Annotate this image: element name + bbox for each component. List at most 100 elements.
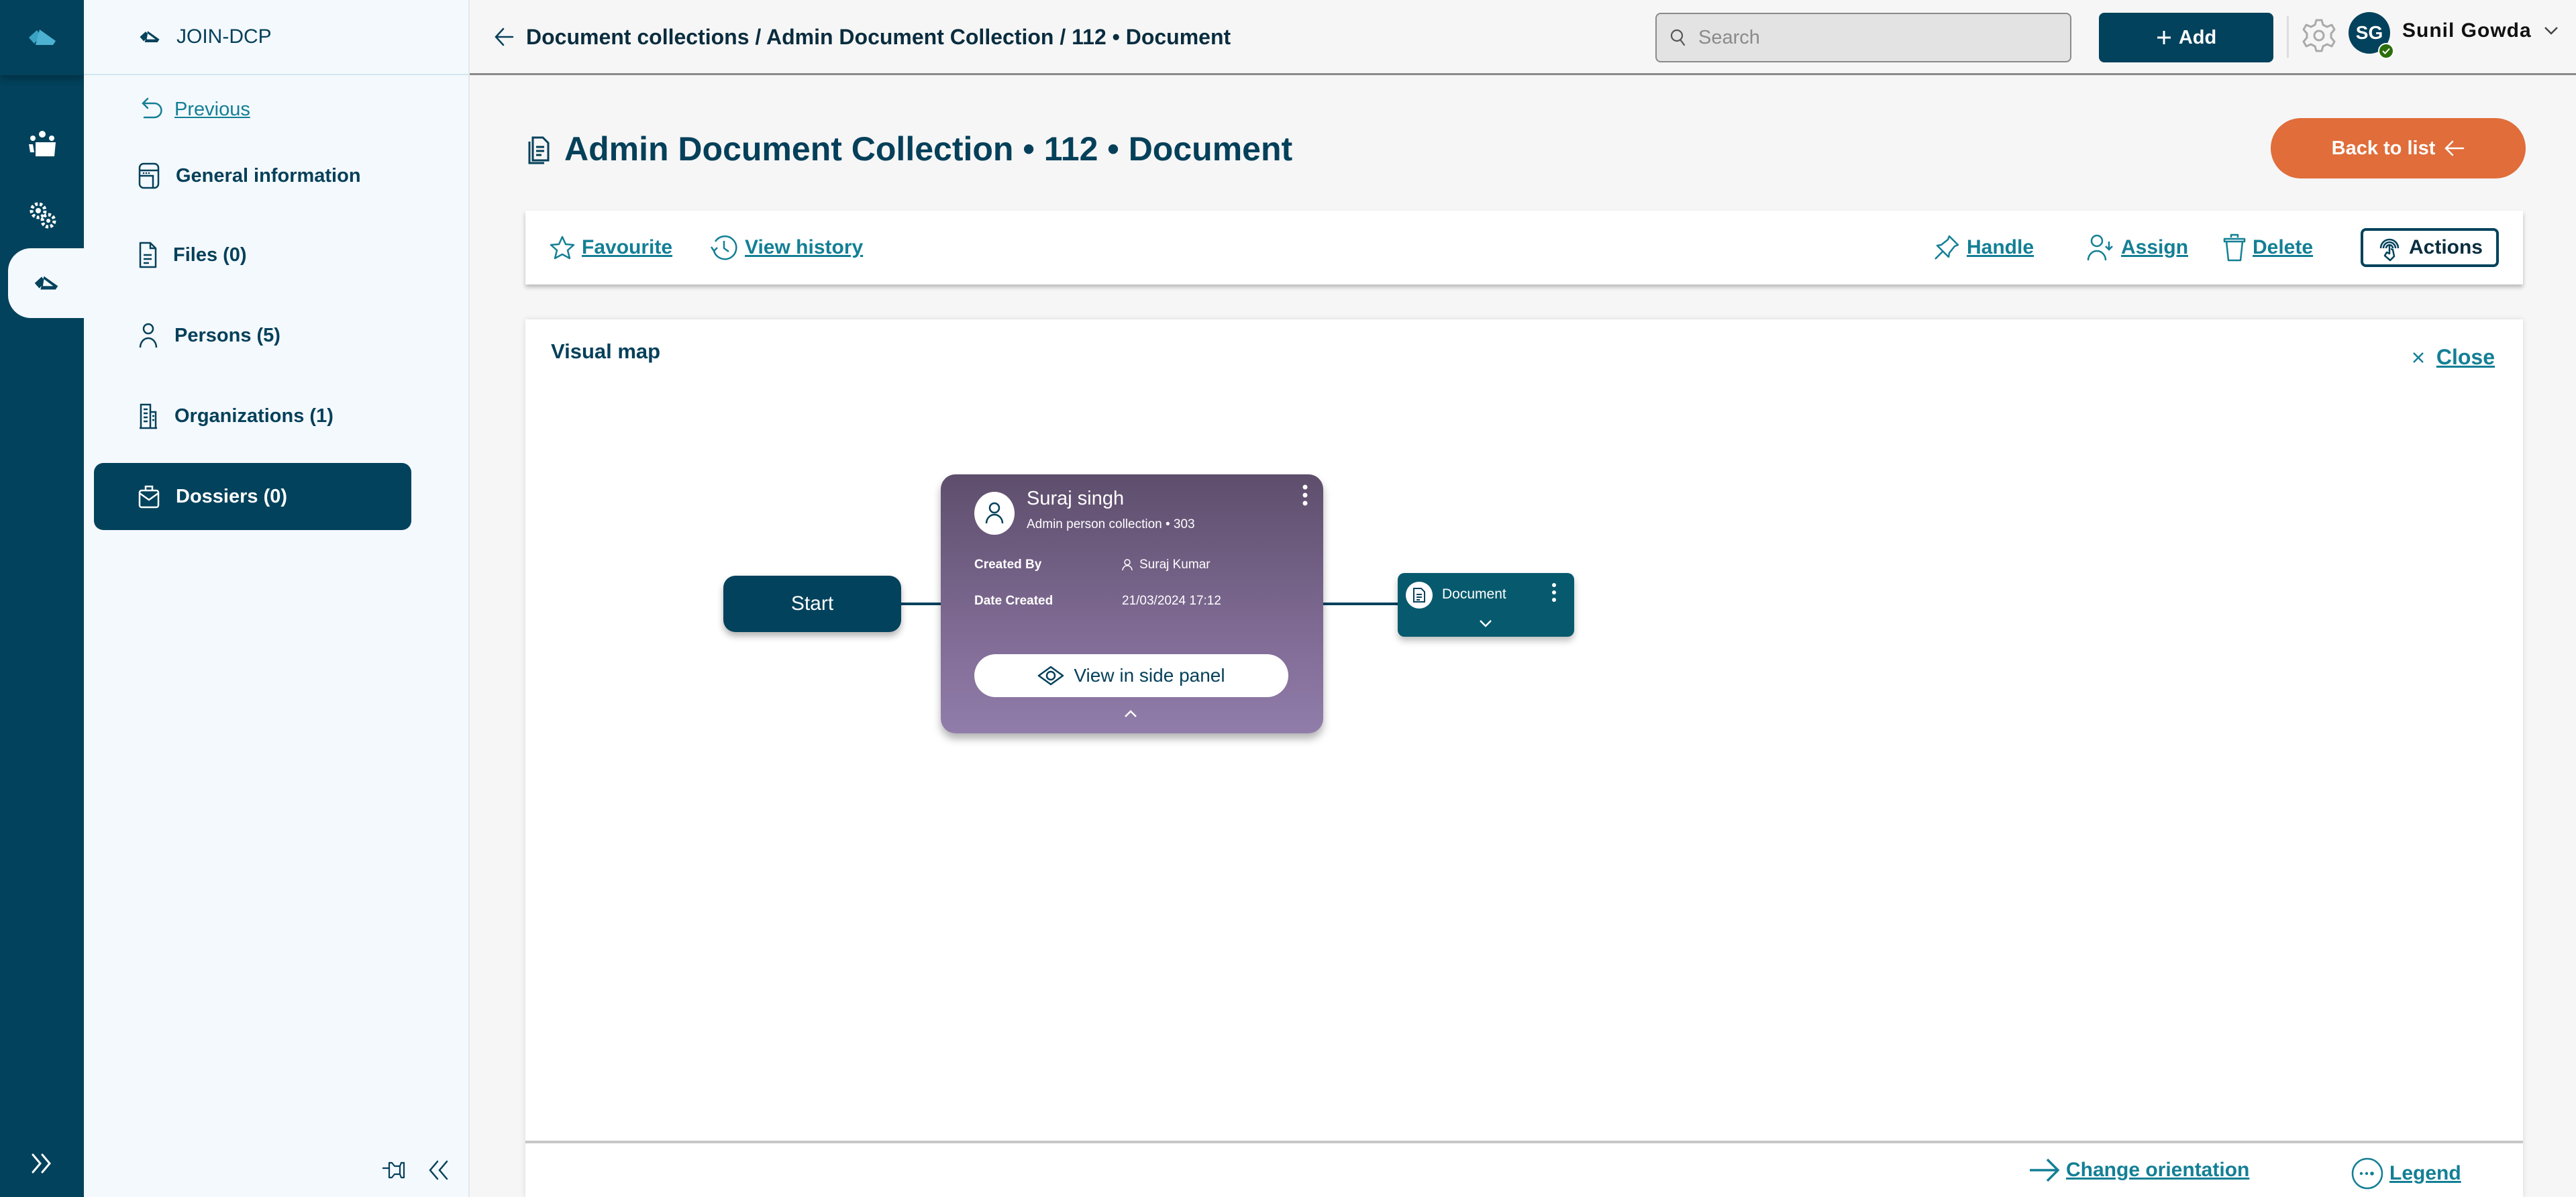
assign-button[interactable]: Assign bbox=[2086, 231, 2188, 264]
add-label: Add bbox=[2178, 26, 2217, 48]
assign-label: Assign bbox=[2121, 236, 2189, 258]
rail-item-settings[interactable] bbox=[0, 181, 84, 248]
visual-map-canvas[interactable]: Start Suraj singh Admin person collectio… bbox=[525, 319, 2523, 1141]
back-arrow-icon[interactable] bbox=[494, 28, 514, 46]
sidebar-item-general-information[interactable]: General information bbox=[94, 142, 411, 209]
handle-button[interactable]: Handle bbox=[1933, 231, 2034, 264]
double-chevron-right-icon bbox=[32, 1153, 51, 1174]
previous-link[interactable]: Previous bbox=[141, 93, 250, 126]
assign-user-icon bbox=[2087, 234, 2113, 261]
document-node-icon bbox=[1406, 582, 1433, 609]
person-name: Suraj singh bbox=[1027, 488, 1125, 509]
search-field[interactable] bbox=[1655, 13, 2071, 62]
rail-item-join-dcp[interactable] bbox=[8, 248, 84, 318]
gear-icon bbox=[2302, 19, 2336, 52]
person-node[interactable]: Suraj singh Admin person collection • 30… bbox=[941, 474, 1323, 733]
chevron-down-icon bbox=[2544, 27, 2558, 35]
top-bar: Document collections / Admin Document Co… bbox=[470, 0, 2576, 75]
visual-map-footer: Change orientation Legend bbox=[525, 1141, 2523, 1197]
change-orientation-label: Change orientation bbox=[2066, 1159, 2250, 1181]
sidebar-item-files[interactable]: Files (0) bbox=[94, 221, 411, 289]
check-icon bbox=[2382, 48, 2390, 54]
undo-arrow-icon bbox=[142, 97, 162, 119]
created-by-value: Suraj Kumar bbox=[1122, 558, 1210, 572]
trash-icon bbox=[2223, 233, 2246, 262]
back-to-list-button[interactable]: Back to list bbox=[2271, 118, 2526, 178]
briefcase-icon bbox=[138, 485, 160, 509]
double-chevron-left-icon[interactable] bbox=[428, 1160, 450, 1180]
settings-button[interactable] bbox=[2300, 15, 2338, 56]
visual-map-panel: Visual map Close Start Suraj singh Admin… bbox=[525, 319, 2523, 1197]
page-title: Admin Document Collection • 112 • Docume… bbox=[527, 127, 1292, 170]
sidebar-item-label: Files (0) bbox=[173, 244, 247, 266]
document-node-label: Document bbox=[1442, 586, 1506, 602]
join-dcp-logo-icon bbox=[34, 276, 58, 290]
rail-item-team[interactable] bbox=[0, 111, 84, 178]
search-input[interactable] bbox=[1698, 26, 2047, 49]
favourite-label: Favourite bbox=[582, 236, 673, 258]
edge-start-person bbox=[901, 603, 941, 605]
legend-button[interactable]: Legend bbox=[2351, 1157, 2461, 1190]
user-avatar[interactable]: SG bbox=[2349, 12, 2394, 59]
join-dcp-logo-icon bbox=[140, 31, 160, 42]
actions-button[interactable]: Actions bbox=[2361, 228, 2499, 267]
legend-label: Legend bbox=[2389, 1162, 2461, 1184]
sidebar-header: JOIN-DCP bbox=[84, 0, 468, 75]
collapse-node-button[interactable] bbox=[1123, 709, 1138, 722]
created-by-name: Suraj Kumar bbox=[1139, 558, 1210, 572]
more-vertical-icon bbox=[1302, 484, 1308, 506]
expand-rail-button[interactable] bbox=[0, 1143, 84, 1184]
pin-icon[interactable] bbox=[381, 1161, 408, 1180]
start-node[interactable]: Start bbox=[723, 576, 901, 632]
handle-label: Handle bbox=[1967, 236, 2034, 258]
view-in-side-panel-button[interactable]: View in side panel bbox=[974, 654, 1288, 697]
delete-button[interactable]: Delete bbox=[2223, 231, 2313, 264]
back-to-list-label: Back to list bbox=[2331, 137, 2436, 159]
arrow-right-icon bbox=[2030, 1158, 2060, 1182]
sidebar-item-organizations[interactable]: Organizations (1) bbox=[94, 382, 411, 450]
sidebar-title: JOIN-DCP bbox=[176, 25, 272, 48]
user-menu[interactable]: Sunil Gowda bbox=[2402, 17, 2559, 44]
sidebar-item-label: Persons (5) bbox=[174, 324, 280, 346]
breadcrumb: Document collections / Admin Document Co… bbox=[494, 20, 1231, 54]
view-in-side-panel-label: View in side panel bbox=[1074, 665, 1225, 686]
team-icon bbox=[28, 131, 56, 156]
expand-node-button[interactable] bbox=[1478, 619, 1493, 631]
document-node[interactable]: Document bbox=[1398, 573, 1574, 637]
delete-label: Delete bbox=[2253, 236, 2314, 258]
building-icon bbox=[140, 403, 157, 429]
person-icon bbox=[985, 502, 1004, 524]
pushpin-icon bbox=[1935, 235, 1959, 260]
breadcrumb-text[interactable]: Document collections / Admin Document Co… bbox=[526, 25, 1231, 50]
chevron-down-icon bbox=[1480, 620, 1492, 627]
person-icon bbox=[139, 323, 158, 348]
rail-logo[interactable] bbox=[0, 0, 84, 75]
change-orientation-button[interactable]: Change orientation bbox=[2028, 1157, 2249, 1184]
sidebar-item-label: General information bbox=[176, 164, 361, 187]
app-rail bbox=[0, 0, 84, 1197]
view-history-label: View history bbox=[745, 236, 864, 258]
add-button[interactable]: Add bbox=[2099, 13, 2273, 62]
view-history-button[interactable]: View history bbox=[710, 231, 863, 264]
user-name: Sunil Gowda bbox=[2402, 19, 2532, 42]
document-node-menu-button[interactable] bbox=[1551, 582, 1557, 606]
favourite-button[interactable]: Favourite bbox=[550, 231, 672, 264]
general-info-icon bbox=[138, 162, 160, 189]
edge-person-document bbox=[1323, 603, 1398, 605]
person-node-menu-button[interactable] bbox=[1302, 484, 1308, 510]
secondary-sidebar: JOIN-DCP Previous General information Fi… bbox=[84, 0, 470, 1197]
more-horizontal-circle-icon bbox=[2351, 1157, 2383, 1190]
topbar-divider bbox=[2287, 16, 2289, 58]
created-by-label: Created By bbox=[974, 558, 1042, 572]
previous-label: Previous bbox=[174, 98, 250, 120]
date-created-label: Date Created bbox=[974, 594, 1053, 608]
date-created-value: 21/03/2024 17:12 bbox=[1122, 594, 1221, 608]
eye-icon bbox=[1038, 666, 1064, 686]
star-icon bbox=[550, 236, 575, 260]
chevron-up-icon bbox=[1125, 710, 1137, 717]
settings-gears-icon bbox=[30, 202, 56, 229]
sidebar-item-dossiers[interactable]: Dossiers (0) bbox=[94, 463, 411, 530]
sidebar-item-persons[interactable]: Persons (5) bbox=[94, 302, 411, 369]
person-icon bbox=[1122, 559, 1133, 571]
arrow-left-icon bbox=[2444, 140, 2465, 156]
